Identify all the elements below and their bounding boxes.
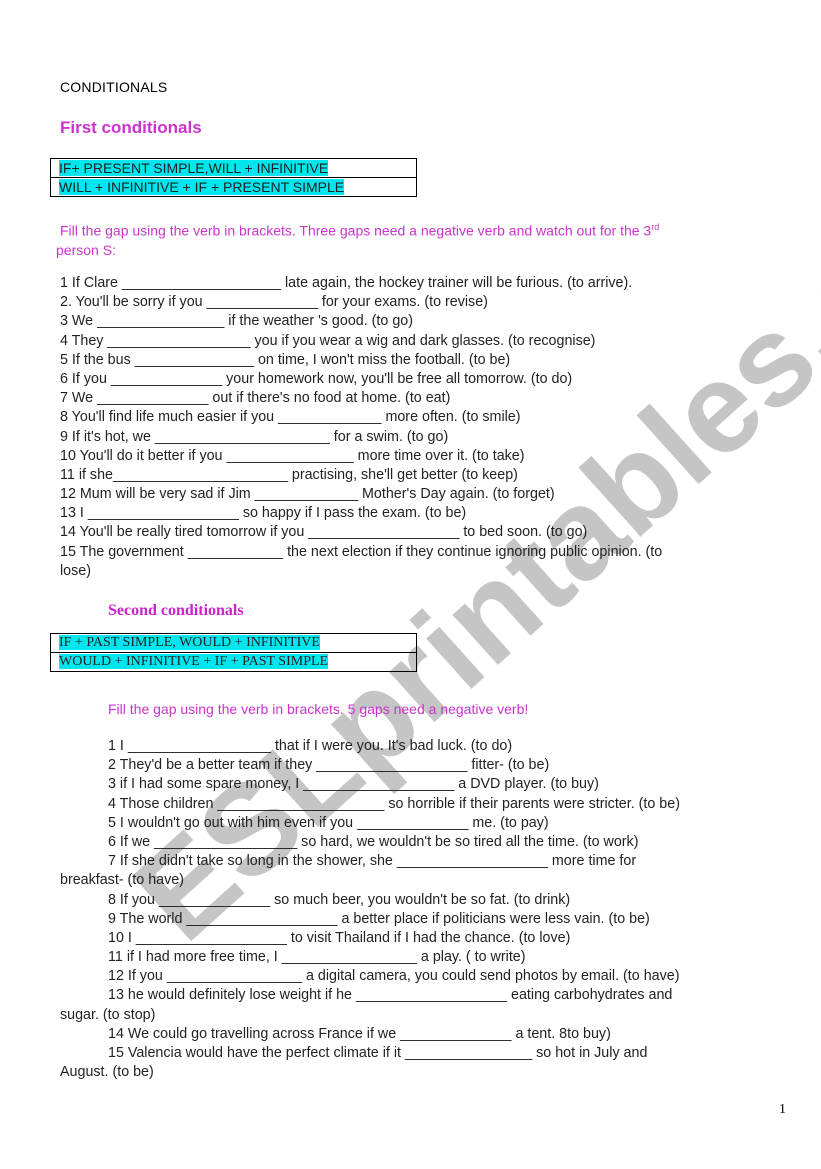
formula-row: IF + PAST SIMPLE, WOULD + INFINITIVE [50, 633, 417, 653]
first-instruction: Fill the gap using the verb in brackets.… [56, 222, 660, 258]
exercise-item: 1 I __________________ that if I were yo… [108, 738, 513, 754]
formula-row: WOULD + INFINITIVE + IF + PAST SIMPLE [50, 652, 417, 672]
page-number: 1 [779, 1102, 786, 1117]
exercise-item: 8 If you ______________ so much beer, yo… [108, 891, 571, 908]
exercise-item: 12 Mum will be very sad if Jim _________… [60, 486, 555, 503]
exercise-item: 4 Those children _____________________ s… [108, 795, 680, 812]
exercise-item: 9 If it's hot, we ______________________… [60, 428, 449, 445]
exercise-item: 5 I wouldn't go out with him even if you… [108, 814, 549, 831]
first-conditionals-heading: First conditionals [60, 118, 202, 137]
exercise-item: sugar. (to stop) [60, 1006, 156, 1023]
exercise-item: 3 if I had some spare money, I _________… [108, 776, 599, 793]
first-conditional-formula-table: IF+ PRESENT SIMPLE,WILL + INFINITIVE WIL… [50, 158, 417, 197]
second-conditionals-heading: Second conditionals [108, 602, 244, 619]
exercise-item: 2. You'll be sorry if you ______________… [60, 294, 488, 311]
exercise-item: lose) [60, 562, 91, 579]
page-title: CONDITIONALS [60, 79, 168, 95]
exercise-item: 9 The world ___________________ a better… [108, 910, 650, 927]
exercise-item: 7 If she didn't take so long in the show… [108, 853, 637, 870]
exercise-item: 4 They __________________ you if you wea… [60, 332, 596, 349]
exercise-item: 12 If you _________________ a digital ca… [108, 968, 680, 985]
exercise-item: 13 he would definitely lose weight if he… [108, 987, 673, 1004]
first-exercise-list: 1 If Clare ____________________ late aga… [60, 274, 662, 581]
exercise-item: 11 if I had more free time, I __________… [108, 949, 526, 966]
formula-row: WILL + INFINITIVE + IF + PRESENT SIMPLE [50, 177, 417, 197]
exercise-item: 2 They'd be a better team if they ______… [108, 757, 550, 774]
exercise-item: 15 Valencia would have the perfect clima… [108, 1045, 648, 1061]
formula-row: IF+ PRESENT SIMPLE,WILL + INFINITIVE [50, 158, 417, 178]
exercise-item: 15 The government ____________ the next … [60, 543, 663, 560]
exercise-item: August. (to be) [60, 1064, 154, 1081]
exercise-item: 7 We ______________ out if there's no fo… [60, 390, 451, 407]
exercise-item: 6 If you ______________ your homework no… [60, 370, 573, 387]
exercise-item: 5 If the bus _______________ on time, I … [60, 351, 511, 368]
exercise-item: 10 You'll do it better if you __________… [60, 447, 525, 464]
exercise-item: 8 You'll find life much easier if you __… [60, 409, 521, 426]
exercise-item: 14 You'll be really tired tomorrow if yo… [60, 524, 588, 541]
exercise-item: 13 I ___________________ so happy if I p… [60, 505, 467, 522]
exercise-item: 6 If we __________________ so hard, we w… [108, 833, 639, 850]
exercise-item: 10 I ___________________ to visit Thaila… [108, 929, 571, 946]
exercise-item: 1 If Clare ____________________ late aga… [60, 275, 633, 291]
second-exercise-list: 1 I __________________ that if I were yo… [60, 737, 680, 1082]
exercise-item: 3 We ________________ if the weather 's … [60, 313, 413, 330]
exercise-item: breakfast- (to have) [60, 872, 184, 889]
second-conditional-formula-table: IF + PAST SIMPLE, WOULD + INFINITIVE WOU… [50, 633, 417, 672]
worksheet-page: ESLprintables.com CONDITIONALS First con… [0, 0, 821, 1169]
second-instruction: Fill the gap using the verb in brackets.… [108, 701, 529, 717]
exercise-item: 14 We could go travelling across France … [108, 1025, 611, 1042]
exercise-item: 11 if she______________________ practisi… [60, 466, 518, 483]
